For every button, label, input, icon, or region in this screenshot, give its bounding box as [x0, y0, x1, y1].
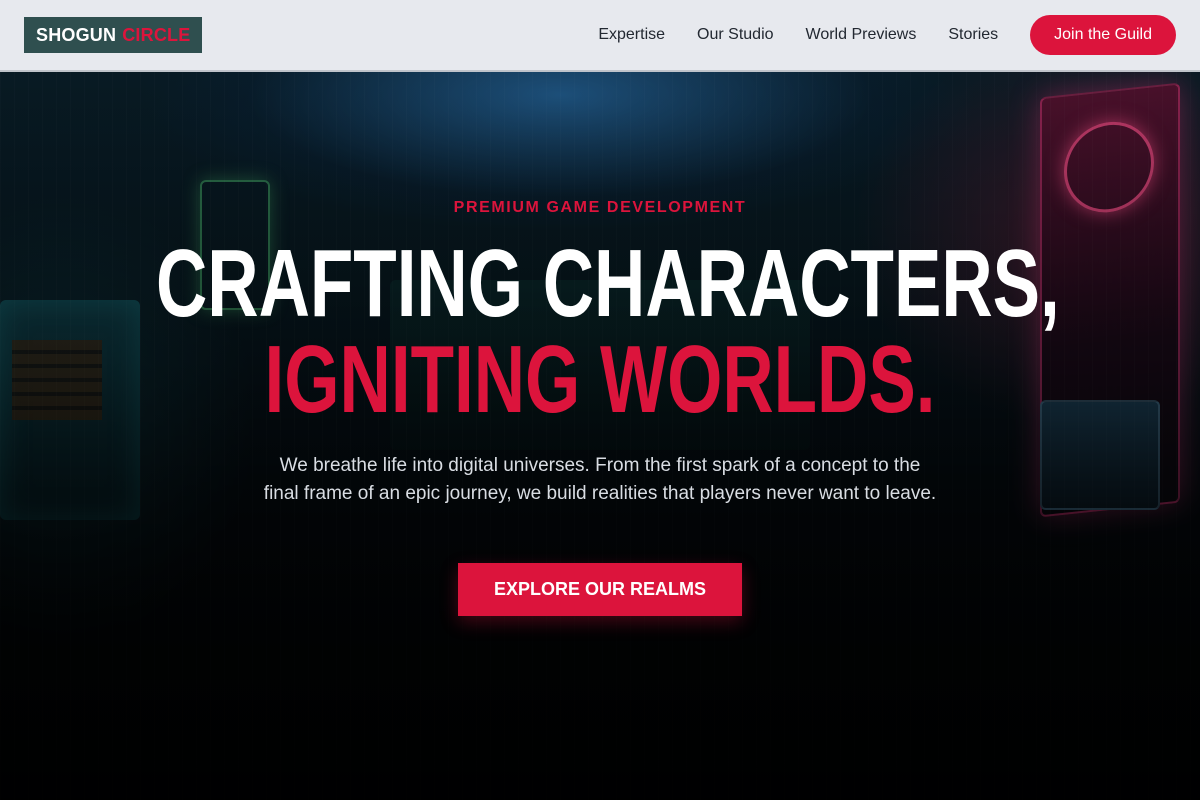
hero-content: PREMIUM GAME DEVELOPMENT CRAFTING CHARAC… — [0, 0, 1200, 800]
hero-subtext: We breathe life into digital universes. … — [263, 455, 937, 504]
hero-headline: CRAFTING CHARACTERS, IGNITING WORLDS. — [0, 236, 1200, 428]
explore-realms-button[interactable]: EXPLORE OUR REALMS — [458, 563, 742, 616]
headline-line-1: CRAFTING CHARACTERS, — [156, 230, 1060, 337]
headline-line-2: IGNITING WORLDS. — [264, 326, 936, 433]
hero-eyebrow: PREMIUM GAME DEVELOPMENT — [453, 199, 747, 216]
